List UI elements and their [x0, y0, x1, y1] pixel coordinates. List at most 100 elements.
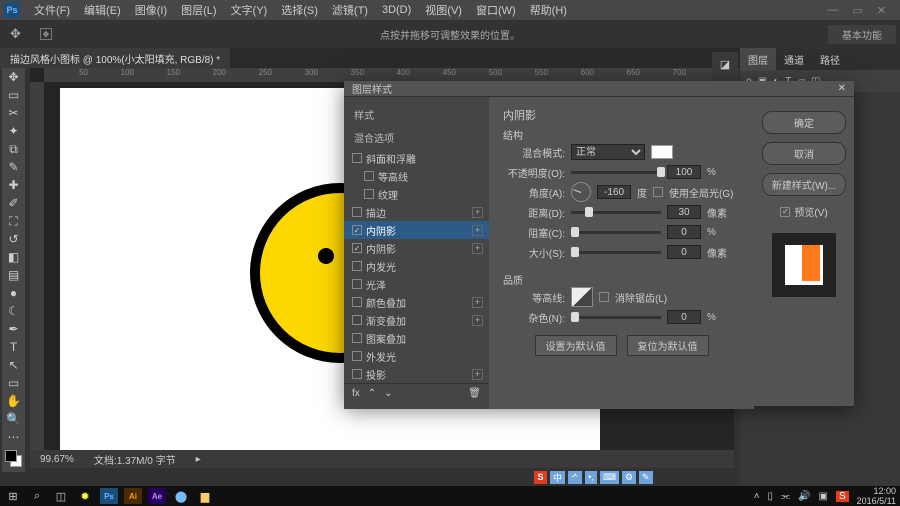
fx-down-icon[interactable]: ⌄	[384, 388, 392, 399]
style-outer-glow[interactable]: 外发光	[344, 347, 489, 365]
style-color-overlay[interactable]: 颜色叠加+	[344, 293, 489, 311]
type-tool[interactable]: T	[2, 338, 25, 356]
color-panel-icon[interactable]: ◪	[712, 58, 738, 71]
angle-dial[interactable]	[571, 182, 591, 202]
history-brush-tool[interactable]: ↺	[2, 230, 25, 248]
document-tab[interactable]: 描边风格小图标 @ 100%(小太阳填充, RGB/8) *	[0, 48, 230, 69]
opacity-input[interactable]	[667, 165, 701, 179]
stamp-tool[interactable]: ⛶	[2, 212, 25, 230]
dialog-close-icon[interactable]: ✕	[838, 83, 846, 94]
tray-up-icon[interactable]: ˄	[754, 491, 760, 502]
add-drop-shadow-icon[interactable]: +	[472, 369, 483, 380]
menu-select[interactable]: 选择(S)	[275, 0, 324, 20]
status-caret-icon[interactable]: ▸	[196, 454, 201, 465]
styles-header[interactable]: 样式	[344, 103, 489, 126]
edit-toolbar[interactable]: ⋯	[2, 428, 25, 446]
style-inner-glow[interactable]: 内发光	[344, 257, 489, 275]
menu-type[interactable]: 文字(Y)	[225, 0, 274, 20]
tool-preset-icon[interactable]: ✥	[40, 28, 52, 40]
taskbar-explorer[interactable]: ▆	[196, 488, 214, 504]
zoom-level[interactable]: 99.67%	[40, 454, 74, 465]
ok-button[interactable]: 确定	[762, 111, 846, 134]
ime-moon-icon[interactable]: ᄼ	[568, 471, 582, 484]
choke-slider[interactable]	[571, 231, 661, 234]
ime-softkb-icon[interactable]: ⌨	[600, 471, 619, 484]
menu-3d[interactable]: 3D(D)	[376, 2, 417, 18]
tray-ime-icon[interactable]: ▣	[819, 491, 828, 502]
style-inner-shadow-1[interactable]: 内阴影+	[344, 221, 489, 239]
taskbar-app1[interactable]: ⬤	[172, 488, 190, 504]
choke-input[interactable]	[667, 225, 701, 239]
make-default-button[interactable]: 设置为默认值	[535, 335, 617, 356]
global-light-checkbox[interactable]	[653, 187, 663, 197]
ime-settings-icon[interactable]: ⚙	[622, 471, 636, 484]
taskbar-ae[interactable]: Ae	[148, 488, 166, 504]
style-inner-shadow-2[interactable]: 内阴影+	[344, 239, 489, 257]
new-style-button[interactable]: 新建样式(W)...	[762, 173, 846, 196]
angle-input[interactable]	[597, 185, 631, 199]
lasso-tool[interactable]: ✂	[2, 104, 25, 122]
shape-tool[interactable]: ▭	[2, 374, 25, 392]
close-icon[interactable]: ✕	[877, 4, 886, 17]
style-drop-shadow[interactable]: 投影+	[344, 365, 489, 383]
fg-color[interactable]	[5, 450, 17, 462]
style-bevel[interactable]: 斜面和浮雕	[344, 149, 489, 167]
doc-info[interactable]: 文档:1.37M/0 字节	[94, 452, 176, 467]
style-satin[interactable]: 光泽	[344, 275, 489, 293]
fx-menu-icon[interactable]: fx	[352, 388, 360, 399]
move-tool-icon[interactable]: ✥	[10, 26, 21, 42]
search-icon[interactable]: ⌕	[28, 488, 46, 504]
contour-picker[interactable]	[571, 287, 593, 307]
menu-help[interactable]: 帮助(H)	[524, 0, 573, 20]
taskbar-ps[interactable]: Ps	[100, 488, 118, 504]
brush-tool[interactable]: ✐	[2, 194, 25, 212]
workspace-basic[interactable]: 基本功能	[828, 25, 896, 44]
menu-filter[interactable]: 滤镜(T)	[326, 0, 374, 20]
style-pattern-overlay[interactable]: 图案叠加	[344, 329, 489, 347]
size-slider[interactable]	[571, 251, 661, 254]
tab-paths[interactable]: 路径	[812, 48, 848, 71]
tray-volume-icon[interactable]: 🔊	[798, 491, 810, 502]
menu-window[interactable]: 窗口(W)	[470, 0, 522, 20]
eyedropper-tool[interactable]: ✎	[2, 158, 25, 176]
gradient-tool[interactable]: ▤	[2, 266, 25, 284]
minimize-icon[interactable]: —	[827, 4, 838, 17]
ime-punct-icon[interactable]: •,	[585, 471, 597, 484]
menu-image[interactable]: 图像(I)	[129, 0, 173, 20]
style-contour[interactable]: 等高线	[344, 167, 489, 185]
noise-slider[interactable]	[571, 316, 661, 319]
crop-tool[interactable]: ⧉	[2, 140, 25, 158]
path-tool[interactable]: ↖	[2, 356, 25, 374]
hand-tool[interactable]: ✋	[2, 392, 25, 410]
marquee-tool[interactable]: ▭	[2, 86, 25, 104]
tray-wifi-icon[interactable]: ⫘	[781, 491, 790, 502]
distance-slider[interactable]	[571, 211, 661, 214]
zoom-tool[interactable]: 🔍	[2, 410, 25, 428]
menu-layer[interactable]: 图层(L)	[175, 0, 222, 20]
opacity-slider[interactable]	[571, 171, 661, 174]
fx-up-icon[interactable]: ⌃	[368, 388, 376, 399]
tray-clock[interactable]: 12:00 2016/5/11	[857, 486, 896, 506]
style-stroke[interactable]: 描边+	[344, 203, 489, 221]
preview-checkbox[interactable]	[780, 207, 790, 217]
menu-edit[interactable]: 编辑(E)	[78, 0, 127, 20]
restore-icon[interactable]: ▭	[852, 4, 862, 17]
cancel-button[interactable]: 取消	[762, 142, 846, 165]
tray-battery-icon[interactable]: ▯	[768, 491, 774, 502]
start-button[interactable]: ⊞	[4, 488, 22, 504]
add-inner-shadow-icon-2[interactable]: +	[472, 243, 483, 254]
style-texture[interactable]: 纹理	[344, 185, 489, 203]
eraser-tool[interactable]: ◧	[2, 248, 25, 266]
sogou-logo-icon[interactable]: S	[534, 471, 547, 484]
add-color-overlay-icon[interactable]: +	[472, 297, 483, 308]
style-gradient-overlay[interactable]: 渐变叠加+	[344, 311, 489, 329]
tray-sogou-icon[interactable]: S	[836, 491, 849, 502]
ime-toolbar[interactable]: S 中 ᄼ •, ⌨ ⚙ ✎	[534, 470, 653, 484]
menu-file[interactable]: 文件(F)	[28, 0, 76, 20]
cortana-icon[interactable]: ✹	[76, 488, 94, 504]
antialias-checkbox[interactable]	[599, 292, 609, 302]
size-input[interactable]	[667, 245, 701, 259]
ime-skin-icon[interactable]: ✎	[639, 471, 653, 484]
blend-options-header[interactable]: 混合选项	[344, 126, 489, 149]
noise-input[interactable]	[667, 310, 701, 324]
